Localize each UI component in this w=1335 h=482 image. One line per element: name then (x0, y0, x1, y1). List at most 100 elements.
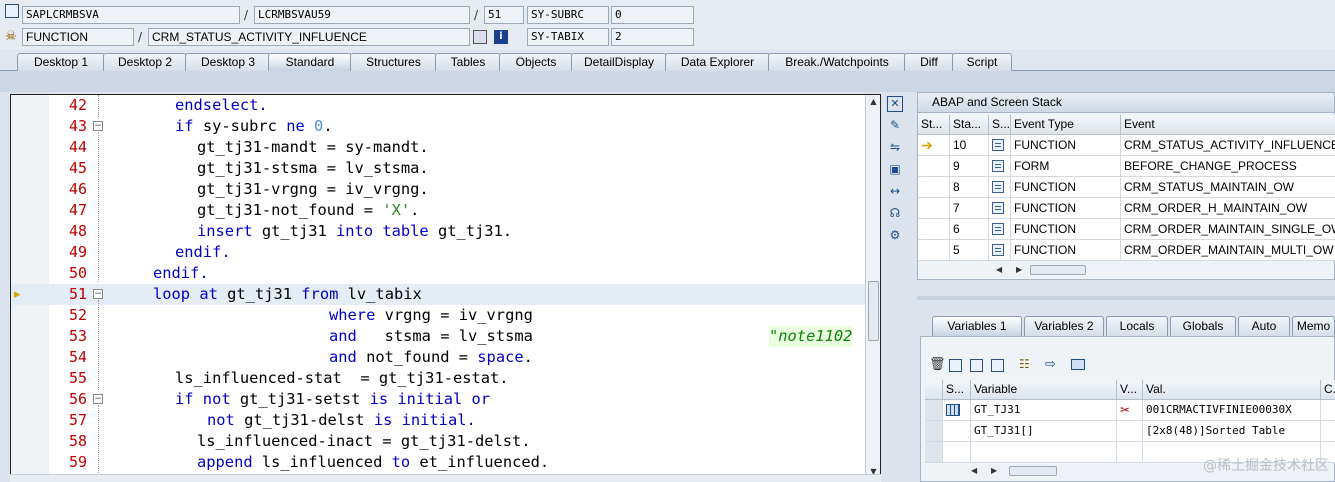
tab-locals[interactable]: Locals (1106, 316, 1168, 336)
scrollbar-thumb[interactable] (1009, 466, 1057, 476)
new-tool-icon[interactable]: ✎ (887, 117, 903, 133)
column-header[interactable]: Event Type (1011, 115, 1121, 135)
resize-icon[interactable]: ↔ (887, 183, 903, 199)
variable-cell[interactable] (1117, 442, 1143, 463)
code-line[interactable]: 55 ls_influenced-stat = gt_tj31-estat. (11, 368, 867, 389)
sytabix-value[interactable]: 2 (611, 28, 694, 46)
source-editor[interactable]: 42 endselect. 43 − if sy-subrc ne 0. 44 … (10, 94, 881, 482)
variable-value[interactable]: 001CRMACTIVFINIE00030X (1143, 400, 1321, 421)
maximize-icon[interactable]: ▣ (887, 161, 903, 177)
info-icon[interactable]: i (494, 30, 508, 44)
code-line[interactable]: 48 insert gt_tj31 into table gt_tj31. (11, 221, 867, 242)
column-header[interactable]: St... (918, 115, 950, 135)
tab-desktop-1[interactable]: Desktop 1 (17, 53, 105, 71)
current-code-line[interactable]: ▸ 51 − loop at gt_tj31 from lv_tabix (11, 284, 867, 305)
scroll-left-icon[interactable]: ◀ (996, 263, 1002, 277)
stack-event-type[interactable]: FUNCTION (1011, 219, 1121, 240)
stack-level[interactable]: 10 (950, 135, 989, 156)
code-line[interactable]: 44 gt_tj31-mandt = sy-mandt. (11, 137, 867, 158)
tab-data-explorer[interactable]: Data Explorer (665, 53, 770, 71)
row-selector[interactable] (925, 442, 943, 463)
stack-level[interactable]: 7 (950, 198, 989, 219)
tab-detaildisplay[interactable]: DetailDisplay (571, 53, 667, 71)
tab-diff[interactable]: Diff (904, 53, 954, 71)
change-value-icon[interactable]: ✂ (1117, 400, 1143, 421)
event-type-field[interactable]: FUNCTION (22, 28, 134, 46)
column-header[interactable]: Sta... (950, 115, 989, 135)
delete-icon[interactable]: 🗑 (929, 357, 946, 372)
panel-splitter[interactable] (917, 296, 1335, 300)
code-line[interactable]: 47 gt_tj31-not_found = 'X'. (11, 200, 867, 221)
column-header[interactable]: S... (943, 380, 971, 400)
display-icon[interactable] (473, 30, 487, 44)
code-line[interactable]: 58 ls_influenced-inact = gt_tj31-delst. (11, 431, 867, 452)
code-line[interactable]: 42 endselect. (11, 95, 867, 116)
save-variables-icon[interactable] (970, 359, 983, 372)
tab-script[interactable]: Script (952, 53, 1012, 71)
code-line[interactable]: 43 − if sy-subrc ne 0. (11, 116, 867, 137)
sysubrc-value[interactable]: 0 (611, 6, 694, 24)
stack-event-type[interactable]: FUNCTION (1011, 135, 1121, 156)
stack-event[interactable]: CRM_STATUS_MAINTAIN_OW (1121, 177, 1335, 198)
include-field[interactable]: LCRMBSVAU59 (254, 6, 470, 24)
stack-event-type[interactable]: FUNCTION (1011, 240, 1121, 261)
column-header[interactable]: Event (1121, 115, 1335, 135)
variable-name[interactable]: GT_TJ31[] (971, 421, 1117, 442)
variable-value[interactable]: [2x8(48)]Sorted Table (1143, 421, 1321, 442)
stack-horizontal-scrollbar[interactable]: ◀ ▶ (994, 263, 1334, 277)
stack-level[interactable]: 9 (950, 156, 989, 177)
load-variables-icon[interactable] (991, 359, 1004, 372)
tab-desktop-2[interactable]: Desktop 2 (103, 53, 187, 71)
fold-toggle-icon[interactable]: − (93, 121, 103, 131)
code-line[interactable]: 53 and stsma = lv_stsma "note1102 (11, 326, 867, 347)
tab-variables-2[interactable]: Variables 2 (1024, 316, 1104, 336)
variable-name[interactable]: GT_TJ31 (971, 400, 1117, 421)
row-selector[interactable] (925, 400, 943, 421)
tab-globals[interactable]: Globals (1170, 316, 1236, 336)
hierarchy-icon[interactable]: ☷ (1019, 357, 1030, 371)
code-line[interactable]: 52 where vrgng = iv_vrgng (11, 305, 867, 326)
scroll-right-icon[interactable]: ▶ (991, 464, 997, 478)
stack-level[interactable]: 8 (950, 177, 989, 198)
column-header[interactable]: Variable (971, 380, 1117, 400)
folder-icon[interactable] (1071, 359, 1085, 370)
tab-desktop-3[interactable]: Desktop 3 (185, 53, 271, 71)
code-line[interactable]: 45 gt_tj31-stsma = lv_stsma. (11, 158, 867, 179)
stack-event[interactable]: BEFORE_CHANGE_PROCESS (1121, 156, 1335, 177)
stack-level[interactable]: 6 (950, 219, 989, 240)
stack-event-type[interactable]: FORM (1011, 156, 1121, 177)
stack-event[interactable]: CRM_STATUS_ACTIVITY_INFLUENCE (1121, 135, 1335, 156)
column-header[interactable]: V... (1117, 380, 1143, 400)
tab-variables-1[interactable]: Variables 1 (932, 316, 1022, 336)
program-field[interactable]: SAPLCRMBSVA (22, 6, 240, 24)
editor-vertical-scrollbar[interactable]: ▲ ▼ (865, 95, 880, 481)
close-icon[interactable]: ✕ (887, 96, 903, 112)
scroll-right-icon[interactable]: ▶ (1016, 263, 1022, 277)
line-field[interactable]: 51 (484, 6, 524, 24)
code-line[interactable]: 54 and not_found = space. (11, 347, 867, 368)
code-line[interactable]: 50 endif. (11, 263, 867, 284)
stack-level[interactable]: 5 (950, 240, 989, 261)
code-line[interactable]: 46 gt_tj31-vrgng = iv_vrgng. (11, 179, 867, 200)
code-line[interactable]: 49 endif. (11, 242, 867, 263)
variable-cell[interactable] (943, 442, 971, 463)
tab-tables[interactable]: Tables (435, 53, 501, 71)
settings-icon[interactable]: ⚙ (887, 227, 903, 243)
scroll-left-icon[interactable]: ◀ (971, 464, 977, 478)
code-line[interactable]: 57 not gt_tj31-delst is initial. (11, 410, 867, 431)
code-line[interactable]: 59 append ls_influenced to et_influenced… (11, 452, 867, 473)
fold-toggle-icon[interactable]: − (93, 394, 103, 404)
variable-cell[interactable] (971, 442, 1117, 463)
swap-icon[interactable]: ⇋ (887, 139, 903, 155)
stack-event[interactable]: CRM_ORDER_H_MAINTAIN_OW (1121, 198, 1335, 219)
tab-memory[interactable]: Memo (1292, 316, 1335, 336)
editor-horizontal-scrollbar[interactable] (10, 474, 881, 482)
scrollbar-thumb[interactable] (1030, 265, 1086, 275)
stack-event-type[interactable]: FUNCTION (1011, 177, 1121, 198)
event-field[interactable]: CRM_STATUS_ACTIVITY_INFLUENCE (148, 28, 470, 46)
tab-objects[interactable]: Objects (499, 53, 573, 71)
code-line[interactable]: 56 − if not gt_tj31-setst is initial or (11, 389, 867, 410)
scrollbar-thumb[interactable] (868, 281, 879, 341)
stack-event[interactable]: CRM_ORDER_MAINTAIN_MULTI_OW (1121, 240, 1335, 261)
fold-toggle-icon[interactable]: − (93, 289, 103, 299)
